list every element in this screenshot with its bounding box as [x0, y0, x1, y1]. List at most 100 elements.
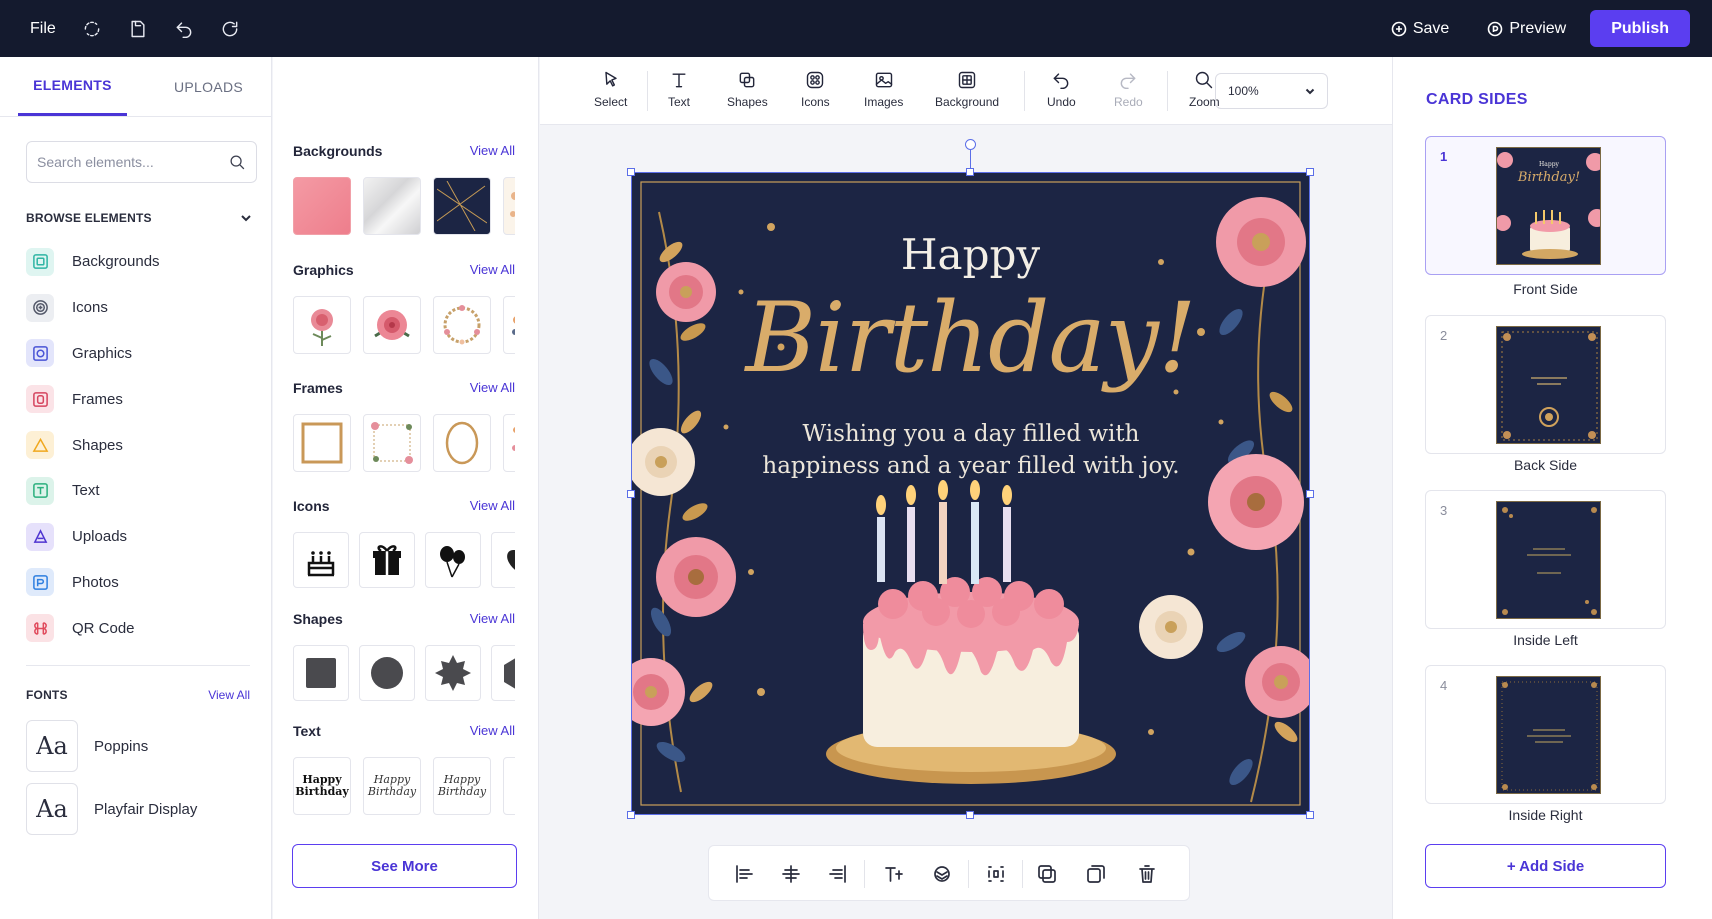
- graphic-thumb-wreath[interactable]: [433, 296, 491, 354]
- resize-handle-top[interactable]: [966, 168, 974, 176]
- rotate-handle[interactable]: [965, 139, 976, 150]
- text-style-thumb-elegant[interactable]: Happy Birthday: [433, 757, 491, 815]
- fonts-view-all-link[interactable]: View All: [208, 688, 250, 702]
- element-category-icons[interactable]: Icons: [26, 285, 271, 331]
- card-headline-birthday[interactable]: Birthday!: [631, 282, 1310, 394]
- element-category-photos[interactable]: Photos: [26, 560, 271, 606]
- gift-icon[interactable]: [359, 532, 415, 588]
- preview-button[interactable]: Preview: [1487, 20, 1566, 38]
- graphic-thumb-flower[interactable]: [363, 296, 421, 354]
- bring-forward-icon[interactable]: [1036, 863, 1058, 885]
- card-side-inside-left[interactable]: 3: [1425, 490, 1666, 629]
- card-side-front[interactable]: 1 Happy Birthday!: [1425, 136, 1666, 275]
- resize-handle-bottom-right[interactable]: [1306, 811, 1314, 819]
- text-style-thumb-more[interactable]: [503, 757, 515, 815]
- shapes-view-all-link[interactable]: View All: [470, 611, 515, 629]
- card-side-back[interactable]: 2: [1425, 315, 1666, 454]
- balloons-icon[interactable]: [425, 532, 481, 588]
- browse-elements-toggle[interactable]: BROWSE ELEMENTS: [26, 211, 252, 225]
- save-button[interactable]: Save: [1391, 20, 1449, 38]
- delete-icon[interactable]: [1136, 863, 1158, 885]
- frame-thumb-oval[interactable]: [433, 414, 491, 472]
- sync-icon[interactable]: [80, 17, 104, 41]
- align-left-icon[interactable]: [733, 863, 755, 885]
- align-center-icon[interactable]: [780, 863, 802, 885]
- resize-handle-bottom-left[interactable]: [627, 811, 635, 819]
- circle-shape-icon[interactable]: [359, 645, 415, 701]
- icons-tool[interactable]: Icons: [801, 70, 830, 109]
- undo-icon[interactable]: [172, 17, 196, 41]
- resize-handle-left[interactable]: [627, 490, 635, 498]
- resize-handle-right[interactable]: [1306, 490, 1314, 498]
- file-menu[interactable]: File: [30, 20, 56, 38]
- frames-section: Frames View All: [293, 380, 515, 472]
- publish-button[interactable]: Publish: [1590, 10, 1690, 47]
- tab-elements[interactable]: ELEMENTS: [18, 57, 127, 116]
- background-thumb-floral[interactable]: [503, 177, 515, 235]
- element-category-qr-code[interactable]: QR Code: [26, 605, 271, 651]
- select-tool[interactable]: Select: [594, 70, 627, 109]
- hexagon-shape-icon[interactable]: [491, 645, 515, 701]
- frame-thumb-floral-arch[interactable]: [503, 414, 515, 472]
- background-thumb-pink[interactable]: [293, 177, 351, 235]
- undo-tool[interactable]: Undo: [1047, 70, 1076, 109]
- element-category-graphics[interactable]: Graphics: [26, 331, 271, 377]
- card-side-inside-right[interactable]: 4: [1425, 665, 1666, 804]
- element-category-backgrounds[interactable]: Backgrounds: [26, 239, 271, 285]
- tool-label: Images: [864, 95, 904, 109]
- redo-icon[interactable]: [218, 17, 242, 41]
- backgrounds-view-all-link[interactable]: View All: [470, 143, 515, 161]
- align-right-icon[interactable]: [827, 863, 849, 885]
- element-category-text[interactable]: Text: [26, 468, 271, 514]
- search-input[interactable]: [37, 154, 217, 170]
- graphic-thumb-rose[interactable]: [293, 296, 351, 354]
- text-tool[interactable]: Text: [668, 70, 690, 109]
- tool-label: Shapes: [727, 95, 768, 109]
- star-shape-icon[interactable]: [425, 645, 481, 701]
- shapes-tool[interactable]: Shapes: [727, 70, 768, 109]
- frames-view-all-link[interactable]: View All: [470, 380, 515, 398]
- resize-handle-top-left[interactable]: [627, 168, 635, 176]
- font-item-poppins[interactable]: Aa Poppins: [26, 720, 271, 773]
- new-document-icon[interactable]: [126, 17, 150, 41]
- search-icon[interactable]: [229, 154, 246, 171]
- resize-handle-bottom[interactable]: [966, 811, 974, 819]
- layers-icon[interactable]: [931, 863, 953, 885]
- frame-thumb-gold-square[interactable]: [293, 414, 351, 472]
- svg-text:Happy: Happy: [1539, 161, 1559, 168]
- duplicate-icon[interactable]: [1085, 863, 1107, 885]
- redo-tool[interactable]: Redo: [1114, 70, 1143, 109]
- resize-handle-top-right[interactable]: [1306, 168, 1314, 176]
- element-category-uploads[interactable]: Uploads: [26, 514, 271, 560]
- element-category-shapes[interactable]: Shapes: [26, 422, 271, 468]
- square-shape-icon[interactable]: [293, 645, 349, 701]
- heart-icon[interactable]: [491, 532, 515, 588]
- text-format-icon[interactable]: [883, 863, 905, 885]
- card-message[interactable]: Wishing you a day filled with happiness …: [751, 418, 1191, 482]
- uploads-icon: [26, 522, 54, 551]
- section-title: Frames: [293, 380, 343, 396]
- graphics-view-all-link[interactable]: View All: [470, 262, 515, 280]
- frame-thumb-floral-square[interactable]: [363, 414, 421, 472]
- card-headline-happy[interactable]: Happy: [631, 230, 1310, 279]
- background-thumb-navy-gold[interactable]: [433, 177, 491, 235]
- birthday-card-canvas[interactable]: Happy Birthday! Wishing you a day filled…: [631, 172, 1310, 815]
- images-tool[interactable]: Images: [864, 70, 903, 109]
- cake-icon[interactable]: [293, 532, 349, 588]
- zoom-level-select[interactable]: 100%: [1215, 73, 1328, 109]
- element-category-frames[interactable]: Frames: [26, 376, 271, 422]
- text-style-thumb-script[interactable]: Happy Birthday: [363, 757, 421, 815]
- text-view-all-link[interactable]: View All: [470, 723, 515, 741]
- font-item-playfair-display[interactable]: Aa Playfair Display: [26, 783, 271, 836]
- graphic-thumb-sprig[interactable]: [503, 296, 515, 354]
- icons-view-all-link[interactable]: View All: [470, 498, 515, 516]
- see-more-button[interactable]: See More: [292, 844, 517, 888]
- assets-panel: Backgrounds View All Graphics View All F…: [273, 57, 539, 919]
- background-thumb-marble[interactable]: [363, 177, 421, 235]
- distribute-icon[interactable]: [985, 863, 1007, 885]
- add-side-button[interactable]: + Add Side: [1425, 844, 1666, 888]
- tab-uploads[interactable]: UPLOADS: [154, 57, 263, 116]
- tool-label: Text: [668, 95, 691, 109]
- text-style-thumb-bold[interactable]: Happy Birthday: [293, 757, 351, 815]
- background-tool[interactable]: Background: [935, 70, 999, 109]
